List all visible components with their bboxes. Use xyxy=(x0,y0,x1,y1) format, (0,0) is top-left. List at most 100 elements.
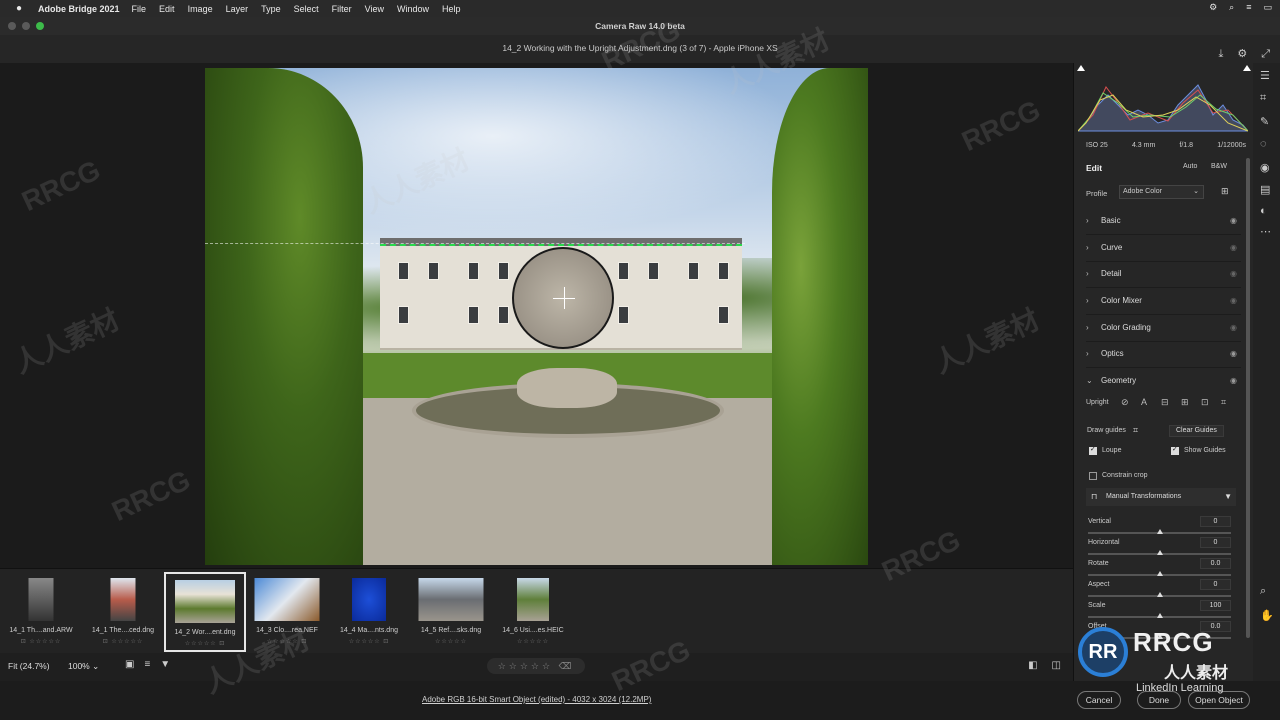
eye-icon[interactable]: ◉ xyxy=(1230,296,1237,305)
menu-type[interactable]: Type xyxy=(261,4,281,14)
upright-guided-icon[interactable]: ⌗ xyxy=(1221,397,1226,408)
chevron-right-icon: › xyxy=(1086,216,1089,225)
compare-icon[interactable]: ◫ xyxy=(1052,660,1061,671)
show-guides-label: Show Guides xyxy=(1184,447,1226,454)
photo-preview[interactable] xyxy=(205,68,868,565)
eye-icon[interactable]: ◉ xyxy=(1230,243,1237,252)
upright-auto-icon[interactable]: A xyxy=(1141,397,1147,407)
edit-icon[interactable]: ☰ xyxy=(1260,69,1270,82)
eye-icon[interactable]: ◉ xyxy=(1230,323,1237,332)
slider-knob[interactable] xyxy=(1156,550,1163,555)
auto-button[interactable]: Auto xyxy=(1183,163,1197,170)
clear-guides-button[interactable]: Clear Guides xyxy=(1169,425,1224,437)
app-name[interactable]: Adobe Bridge 2021 xyxy=(38,4,120,14)
loupe-checkbox[interactable] xyxy=(1089,445,1097,455)
slider-knob[interactable] xyxy=(1156,592,1163,597)
filmstrip-item[interactable]: 14_1 The....ced.dng ⊡ ☆☆☆☆☆ xyxy=(82,572,164,652)
slider-value-input[interactable]: 0 xyxy=(1200,579,1231,590)
eye-icon[interactable]: ◉ xyxy=(1230,376,1237,385)
thumbnail xyxy=(418,578,484,621)
menu-select[interactable]: Select xyxy=(294,4,319,14)
zoom-icon[interactable]: ⌕ xyxy=(1260,585,1266,598)
window-title: Camera Raw 14.0 beta xyxy=(595,21,685,31)
rating-stars[interactable]: ☆☆☆☆☆ xyxy=(498,661,553,671)
filmstrip-item[interactable]: 14_6 Usi....es.HEIC ☆☆☆☆☆ xyxy=(492,572,574,652)
filmstrip-item[interactable]: 14_5 Ref....sks.dng ☆☆☆☆☆ xyxy=(410,572,492,652)
menu-image[interactable]: Image xyxy=(188,4,213,14)
red-eye-icon[interactable]: ◉ xyxy=(1260,161,1270,174)
eye-icon[interactable]: ◉ xyxy=(1230,349,1237,358)
manual-transformations-header[interactable]: ⊓ Manual Transformations ▼ xyxy=(1086,488,1236,506)
divider xyxy=(1086,341,1241,342)
slider-value-input[interactable]: 0 xyxy=(1200,537,1231,548)
menu-layer[interactable]: Layer xyxy=(226,4,249,14)
before-after-icon[interactable]: ◧ xyxy=(1028,660,1037,671)
upright-full-icon[interactable]: ⊡ xyxy=(1201,397,1209,408)
window xyxy=(648,262,659,280)
highlight-clipping-icon[interactable] xyxy=(1243,65,1251,71)
slider-knob[interactable] xyxy=(1156,571,1163,576)
image-canvas[interactable] xyxy=(0,63,1073,568)
window xyxy=(428,262,439,280)
hand-icon[interactable]: ✋ xyxy=(1260,609,1274,622)
eye-icon[interactable]: ◉ xyxy=(1230,269,1237,278)
fountain xyxy=(517,368,617,408)
sort-icon[interactable]: ≡ xyxy=(144,659,150,670)
filter-icon[interactable]: ▼ xyxy=(160,659,170,670)
zoom-fit-select[interactable]: Fit (24.7%) xyxy=(8,661,50,671)
workflow-options-link[interactable]: Adobe RGB 16-bit Smart Object (edited) -… xyxy=(422,695,651,704)
upright-level-icon[interactable]: ⊟ xyxy=(1161,397,1169,408)
shadow-clipping-icon[interactable] xyxy=(1077,65,1085,71)
filmstrip-item-selected[interactable]: 14_2 Wor....ent.dng ☆☆☆☆☆ ⊡ xyxy=(164,572,246,652)
show-guides-checkbox[interactable] xyxy=(1171,445,1179,455)
battery-icon[interactable]: ▭ xyxy=(1263,2,1272,13)
bw-button[interactable]: B&W xyxy=(1211,163,1227,170)
healing-icon[interactable]: ✎ xyxy=(1260,115,1269,128)
control-center-icon[interactable]: ⚙ xyxy=(1209,2,1217,13)
thumbnail xyxy=(28,578,54,621)
snapshots-icon[interactable]: ▤ xyxy=(1260,183,1270,196)
apple-icon[interactable]: ● xyxy=(0,3,38,14)
bottom-toolbar: Fit (24.7%) 100% ⌄ ▣ ≡ ▼ ☆☆☆☆☆ ⌫ ◧ ◫ xyxy=(0,653,1073,681)
menu-extra-icon[interactable]: ≡ xyxy=(1246,2,1251,13)
menu-filter[interactable]: Filter xyxy=(332,4,352,14)
draw-guides-icon[interactable]: ⌗ xyxy=(1133,425,1138,436)
minimize-button[interactable] xyxy=(22,22,30,30)
eye-icon[interactable]: ◉ xyxy=(1230,216,1237,225)
crop-icon[interactable]: ⌗ xyxy=(1260,92,1266,105)
star-rating[interactable]: ☆☆☆☆☆ ⌫ xyxy=(487,658,585,674)
menu-file[interactable]: File xyxy=(132,4,147,14)
presets-icon[interactable]: ◐ xyxy=(1260,205,1267,217)
panel-scrollbar[interactable] xyxy=(1246,158,1250,638)
slider-knob[interactable] xyxy=(1156,529,1163,534)
menu-view[interactable]: View xyxy=(365,4,384,14)
slider-value-input[interactable]: 0 xyxy=(1200,516,1231,527)
zoom-button[interactable] xyxy=(36,22,44,30)
filmstrip-item[interactable]: 14_1 Th....and.ARW ⊡ ☆☆☆☆☆ xyxy=(0,572,82,652)
profile-select[interactable]: Adobe Color ⌄ xyxy=(1119,185,1204,199)
upright-vertical-icon[interactable]: ⊞ xyxy=(1181,397,1189,408)
search-icon[interactable]: ⌕ xyxy=(1229,2,1234,13)
slider-value-input[interactable]: 100 xyxy=(1200,600,1231,611)
filmstrip-toggle-icon[interactable]: ▣ xyxy=(125,659,134,670)
edit-panel: ISO 25 4.3 mm f/1.8 1/12000s Edit Auto B… xyxy=(1073,63,1253,681)
slider-value-input[interactable]: 0.0 xyxy=(1200,558,1231,569)
loupe xyxy=(512,247,614,349)
upright-off-icon[interactable]: ⊘ xyxy=(1121,397,1129,408)
upright-guide[interactable] xyxy=(380,244,742,246)
upright-row: Upright ⊘ A ⊟ ⊞ ⊡ ⌗ xyxy=(1086,397,1226,407)
menu-window[interactable]: Window xyxy=(397,4,429,14)
filmstrip-item[interactable]: 14_4 Ma....nts.dng ☆☆☆☆☆ ⊡ xyxy=(328,572,410,652)
close-button[interactable] xyxy=(8,22,16,30)
trash-icon[interactable]: ⌫ xyxy=(559,661,575,671)
masking-icon[interactable]: ◌ xyxy=(1260,138,1267,150)
profile-browser-icon[interactable]: ⊞ xyxy=(1221,186,1229,197)
slider-knob[interactable] xyxy=(1156,613,1163,618)
thumbnail xyxy=(352,578,386,621)
more-icon[interactable]: ⋯ xyxy=(1260,225,1271,238)
menu-edit[interactable]: Edit xyxy=(159,4,175,14)
constrain-crop-checkbox[interactable] xyxy=(1089,472,1097,480)
zoom-percent-select[interactable]: 100% ⌄ xyxy=(68,661,99,672)
filmstrip-item[interactable]: 14_3 Clo....rea.NEF ☆☆☆☆☆ ⊡ xyxy=(246,572,328,652)
menu-help[interactable]: Help xyxy=(442,4,461,14)
